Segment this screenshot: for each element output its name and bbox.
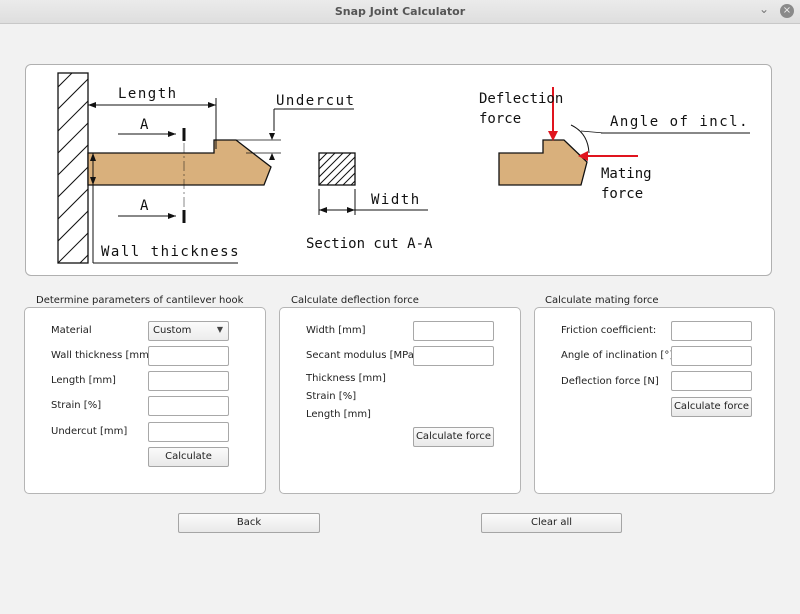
section-a-bottom-label: A [140, 198, 149, 214]
undercut-label: Undercut [276, 93, 355, 109]
material-select[interactable]: Custom ▼ [148, 321, 229, 341]
material-value: Custom [153, 325, 192, 336]
clear-all-button[interactable]: Clear all [481, 513, 622, 533]
section-cut-label: Section cut A-A [306, 236, 433, 252]
section-a-top-label: A [140, 117, 149, 133]
calculate-mating-force-button[interactable]: Calculate force [671, 397, 752, 417]
mating-force-label-2: force [601, 186, 643, 202]
deflection-group-title: Calculate deflection force [291, 295, 419, 306]
width-label: Width [371, 192, 421, 208]
wall-thickness-input[interactable] [148, 346, 229, 366]
wall-thickness-label: Wall thickness [101, 244, 240, 260]
length-label: Length [118, 86, 178, 102]
undercut-field-label: Undercut [mm] [51, 426, 128, 437]
app-window: Snap Joint Calculator ⌄ × Length Undercu… [0, 0, 800, 614]
strain-field-label: Strain [%] [51, 400, 102, 411]
mating-group-title: Calculate mating force [545, 295, 659, 306]
length-input[interactable] [148, 371, 229, 391]
mating-group: Friction coefficient: Angle of inclinati… [534, 307, 775, 494]
diagram-svg: Length Undercut A A Wall thickness Width… [57, 72, 750, 264]
secant-modulus-label: Secant modulus [MPa] [306, 350, 418, 361]
force-hook-shape [498, 139, 588, 186]
width-input[interactable] [413, 321, 494, 341]
deflection-force-label-2: force [479, 111, 521, 127]
deflection-force-input[interactable] [671, 371, 752, 391]
cantilever-group-title: Determine parameters of cantilever hook [36, 295, 244, 306]
width-field-label: Width [mm] [306, 325, 366, 336]
title-bar: Snap Joint Calculator ⌄ × [0, 0, 800, 24]
angle-input[interactable] [671, 346, 752, 366]
deflection-group: Width [mm] Secant modulus [MPa] Thicknes… [279, 307, 521, 494]
deflection-strain-label: Strain [%] [306, 391, 357, 402]
section-cut-hatch [318, 152, 356, 186]
deflection-length-label: Length [mm] [306, 409, 371, 420]
cantilever-group: Material Custom ▼ Wall thickness [mm] Le… [24, 307, 266, 494]
wall-thickness-field-label: Wall thickness [mm] [51, 350, 153, 361]
wall-hatch [57, 72, 89, 264]
strain-input[interactable] [148, 396, 229, 416]
undercut-input[interactable] [148, 422, 229, 442]
hook-shape [87, 139, 272, 186]
friction-input[interactable] [671, 321, 752, 341]
calculate-deflection-force-button[interactable]: Calculate force [413, 427, 494, 447]
window-title: Snap Joint Calculator [334, 5, 466, 18]
secant-modulus-input[interactable] [413, 346, 494, 366]
back-button[interactable]: Back [178, 513, 320, 533]
close-icon: × [780, 4, 794, 18]
angle-label: Angle of incl. [610, 114, 749, 130]
minimize-icon[interactable]: ⌄ [756, 1, 772, 17]
material-label: Material [51, 325, 92, 336]
thickness-label: Thickness [mm] [306, 373, 386, 384]
friction-label: Friction coefficient: [561, 325, 657, 336]
snap-joint-diagram: Length Undercut A A Wall thickness Width… [25, 64, 772, 276]
angle-label: Angle of inclination [°]: [561, 350, 677, 361]
chevron-down-icon: ▼ [216, 325, 223, 334]
close-window-button[interactable]: × [779, 3, 795, 19]
deflection-force-label-1: Deflection [479, 91, 563, 107]
calculate-button[interactable]: Calculate [148, 447, 229, 467]
mating-force-label-1: Mating [601, 166, 652, 182]
deflection-force-field-label: Deflection force [N] [561, 376, 659, 387]
length-field-label: Length [mm] [51, 375, 116, 386]
